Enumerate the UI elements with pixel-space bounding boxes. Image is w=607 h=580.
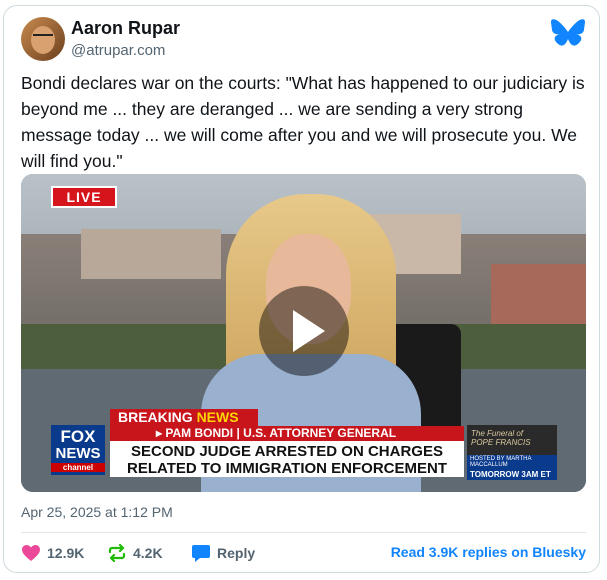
live-badge: LIVE: [51, 186, 117, 208]
post-timestamp[interactable]: Apr 25, 2025 at 1:12 PM: [21, 504, 173, 520]
chyron-headline: SECOND JUDGE ARRESTED ON CHARGES RELATED…: [110, 441, 464, 477]
author-name[interactable]: Aaron Rupar: [71, 18, 180, 39]
butterfly-logo-icon[interactable]: [550, 18, 586, 50]
avatar[interactable]: [21, 17, 65, 61]
author-handle[interactable]: @atrupar.com: [71, 42, 165, 59]
divider: [21, 532, 586, 533]
post-text: Bondi declares war on the courts: "What …: [21, 73, 585, 171]
read-replies-link[interactable]: Read 3.9K replies on Bluesky: [391, 544, 586, 560]
post-card[interactable]: Aaron Rupar @atrupar.com Bondi declares …: [3, 5, 600, 573]
reply-button[interactable]: Reply: [191, 544, 255, 562]
network-name-3: channel: [51, 463, 105, 472]
news-label: NEWS: [196, 409, 239, 425]
headline-line-1: SECOND JUDGE ARRESTED ON CHARGES: [131, 443, 443, 460]
heart-icon: [22, 545, 40, 561]
promo-title-1: The Funeral of: [471, 429, 524, 438]
repost-count: 4.2K: [133, 545, 163, 561]
video-player[interactable]: LIVE FOX NEWS channel BREAKING NEWS ▸ PA…: [21, 174, 586, 492]
action-bar: 12.9K 4.2K Reply Read 3.9K replies on Bl…: [21, 544, 586, 564]
repost-button[interactable]: 4.2K: [107, 544, 163, 562]
promo-box: The Funeral of POPE FRANCIS HOSTED BY MA…: [467, 425, 557, 480]
promo-host: HOSTED BY MARTHA MACCALLUM: [467, 455, 557, 469]
promo-title-2: POPE FRANCIS: [471, 438, 531, 447]
promo-time: TOMORROW 3AM ET: [467, 469, 557, 480]
network-name-1: FOX: [60, 427, 96, 446]
fox-news-logo: FOX NEWS channel: [51, 425, 105, 475]
breaking-label: BREAKING: [118, 409, 193, 425]
reply-icon: [192, 545, 210, 562]
like-button[interactable]: 12.9K: [21, 544, 84, 562]
like-count: 12.9K: [47, 545, 85, 561]
chyron-subline: ▸ PAM BONDI | U.S. ATTORNEY GENERAL: [110, 426, 464, 441]
network-name-2: NEWS: [55, 445, 101, 462]
play-icon[interactable]: [259, 286, 349, 376]
headline-line-2: RELATED TO IMMIGRATION ENFORCEMENT: [127, 460, 447, 477]
reply-label: Reply: [217, 545, 256, 561]
breaking-news-label: BREAKING NEWS: [110, 409, 258, 426]
repost-icon: [108, 544, 126, 562]
